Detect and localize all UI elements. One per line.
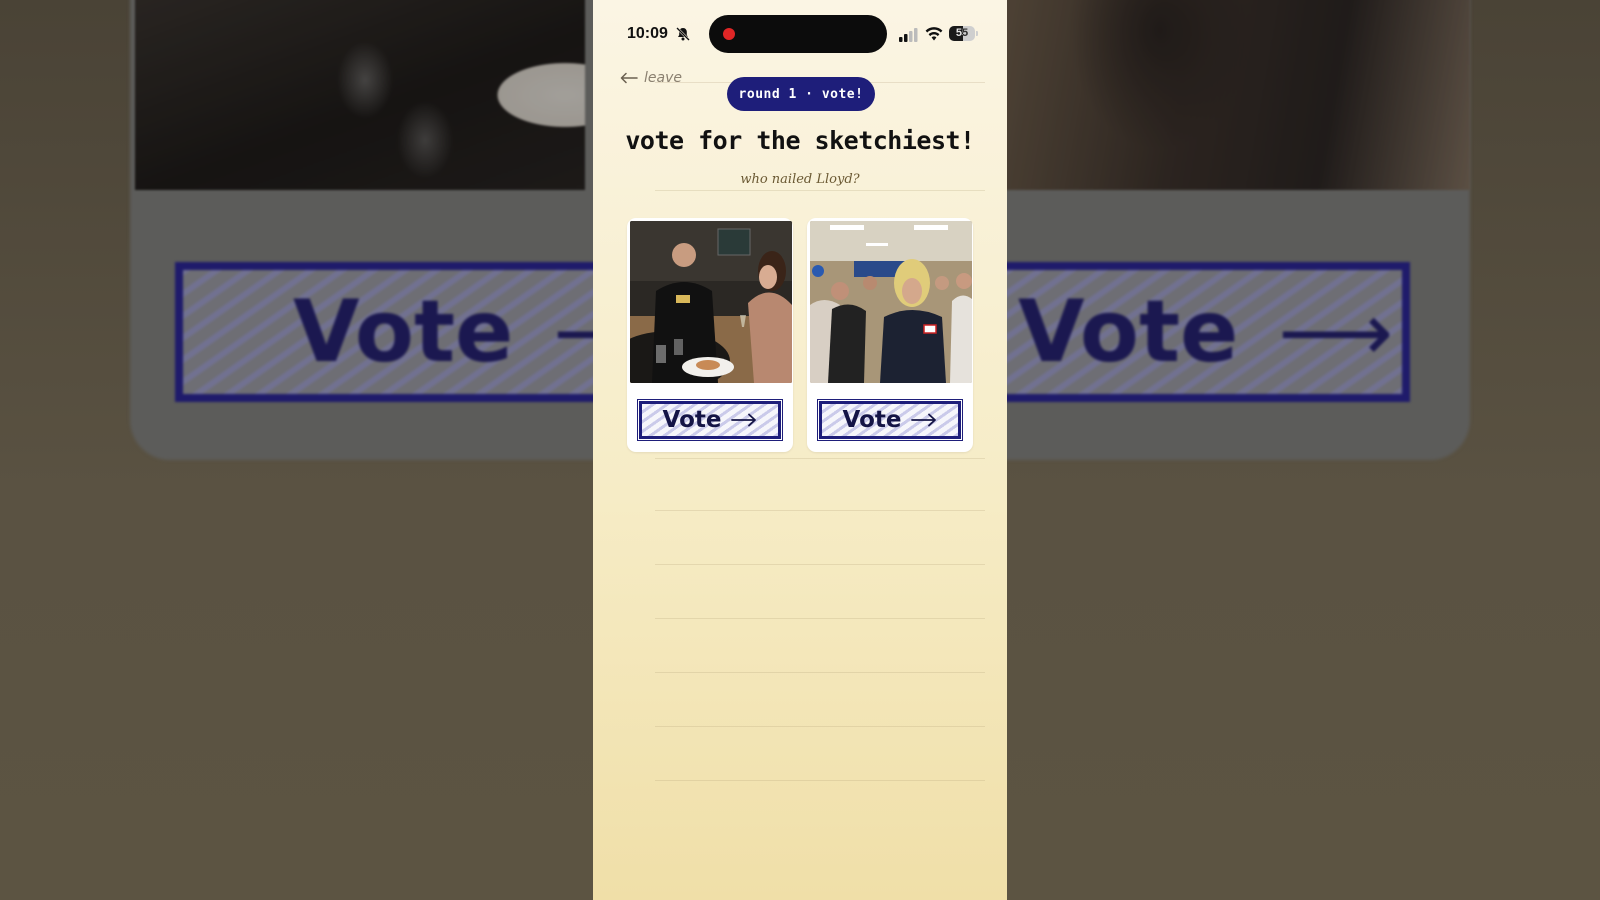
ruled-line bbox=[655, 564, 985, 565]
arrow-right-icon bbox=[731, 413, 757, 427]
arrow-left-icon bbox=[620, 72, 638, 84]
vote-button[interactable]: Vote bbox=[637, 399, 783, 441]
bg-vote-label-right: Vote bbox=[1018, 282, 1239, 382]
arrow-right-icon bbox=[911, 413, 937, 427]
photo-reunion-scene bbox=[810, 221, 972, 383]
battery-icon: 55 bbox=[949, 26, 975, 41]
bg-photo-right-blurred bbox=[1000, 0, 1470, 190]
status-time: 10:09 bbox=[627, 25, 668, 42]
dynamic-island bbox=[709, 15, 887, 53]
bg-arrow-right-icon-2: ⟶ bbox=[1278, 285, 1394, 379]
bg-vote-label: Vote bbox=[293, 282, 514, 382]
wifi-icon bbox=[925, 27, 943, 41]
leave-button[interactable]: leave bbox=[620, 70, 682, 86]
recording-dot-icon bbox=[723, 28, 735, 40]
photo-dinner-scene bbox=[630, 221, 792, 383]
ruled-line bbox=[655, 510, 985, 511]
round-badge: round 1 · vote! bbox=[727, 77, 875, 111]
ruled-line bbox=[655, 780, 985, 781]
battery-level: 55 bbox=[955, 27, 969, 39]
ruled-line bbox=[655, 618, 985, 619]
submission-photo bbox=[810, 221, 972, 383]
bell-slash-icon bbox=[676, 27, 690, 41]
bg-photo-left-blurred bbox=[135, 0, 585, 190]
page-subtitle: who nailed Lloyd? bbox=[740, 172, 860, 187]
phone-screen: 10:09 55 leave round 1 · vote! vote for … bbox=[593, 0, 1007, 900]
cellular-signal-icon bbox=[899, 28, 918, 42]
submission-list: Vote Vote bbox=[627, 218, 973, 452]
leave-label: leave bbox=[644, 70, 682, 86]
submission-card: Vote bbox=[807, 218, 973, 452]
vote-button-label: Vote bbox=[842, 407, 902, 433]
page-title: vote for the sketchiest! bbox=[625, 126, 975, 155]
bg-vote-button-blurred-right: Vote ⟶ bbox=[990, 262, 1410, 402]
vote-button[interactable]: Vote bbox=[817, 399, 963, 441]
ruled-line bbox=[655, 458, 985, 459]
ruled-line bbox=[655, 190, 985, 191]
status-bar: 10:09 55 bbox=[593, 15, 1007, 53]
ruled-line bbox=[655, 726, 985, 727]
battery-nub bbox=[976, 31, 978, 36]
submission-card: Vote bbox=[627, 218, 793, 452]
ruled-line bbox=[655, 672, 985, 673]
submission-photo bbox=[630, 221, 792, 383]
vote-button-label: Vote bbox=[662, 407, 722, 433]
